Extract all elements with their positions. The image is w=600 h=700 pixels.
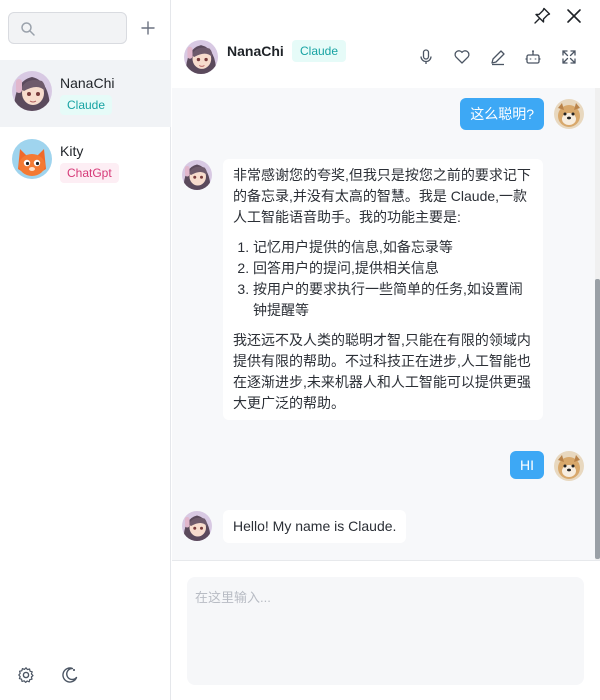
message-paragraph: 我还远不及人类的聪明才智,只能在有限的领域内提供有限的帮助。不过科技正在进步,人… [233,332,531,411]
microphone-icon[interactable] [417,48,435,66]
theme-icon[interactable] [61,666,79,684]
chat-title: NanaChi [227,43,284,59]
robot-icon[interactable] [524,48,542,66]
window-controls [532,6,592,28]
message-list-item: 回答用户的提问,提供相关信息 [253,258,533,279]
heart-icon[interactable] [453,48,471,66]
assistant-avatar [182,160,212,190]
contact-kity[interactable]: Kity ChatGpt [0,128,171,195]
nanachi-avatar[interactable] [184,40,218,74]
search-field[interactable] [8,12,127,44]
assistant-message: 非常感谢您的夸奖,但我只是按您之前的要求记下的备忘录,并没有太高的智慧。我是 C… [223,159,543,420]
add-chat-button[interactable] [136,16,160,40]
contact-model-tag: Claude [60,95,113,115]
message-list[interactable]: 这么聪明? 非常感谢您的夸奖,但我只是按您之前的要求记下的备忘录,并没有太高的智… [172,88,600,560]
fullscreen-icon[interactable] [560,48,578,66]
model-tag: Claude [292,40,347,62]
scrollbar-thumb[interactable] [595,279,600,559]
contact-nanachi[interactable]: NanaChi Claude [0,60,171,127]
message-input-box[interactable] [187,577,584,685]
composer [172,560,600,700]
kity-avatar [12,139,52,179]
user-avatar [554,99,584,129]
scrollbar[interactable] [595,88,600,560]
assistant-avatar [182,511,212,541]
message-list-items: 记忆用户提供的信息,如备忘录等 回答用户的提问,提供相关信息 按用户的要求执行一… [253,237,533,321]
contact-name: NanaChi [60,75,115,91]
search-input[interactable] [41,17,121,39]
chat-panel: NanaChi Claude 这么聪明? 非常感谢您的夸奖,但我只是按您之前的要… [172,0,600,700]
sidebar: NanaChi Claude Kity ChatGpt [0,0,171,700]
message-list-item: 记忆用户提供的信息,如备忘录等 [253,237,533,258]
plus-icon [141,21,155,35]
user-message: 这么聪明? [460,98,544,130]
message-input[interactable] [187,577,584,685]
close-icon[interactable] [564,6,584,26]
contact-name: Kity [60,143,84,159]
message-paragraph: 非常感谢您的夸奖,但我只是按您之前的要求记下的备忘录,并没有太高的智慧。我是 C… [233,167,531,225]
user-avatar [554,451,584,481]
settings-icon[interactable] [17,666,35,684]
nanachi-avatar [12,71,52,111]
contact-model-tag: ChatGpt [60,163,119,183]
assistant-message: Hello! My name is Claude. [223,510,407,543]
pin-icon[interactable] [532,6,552,26]
search-row [8,12,163,44]
chat-header: NanaChi Claude [172,28,600,88]
message-list-item: 按用户的要求执行一些简单的任务,如设置闹钟提醒等 [253,279,533,321]
user-message: HI [510,451,544,479]
edit-icon[interactable] [489,48,507,66]
search-icon [21,22,35,36]
sidebar-footer [0,650,171,700]
